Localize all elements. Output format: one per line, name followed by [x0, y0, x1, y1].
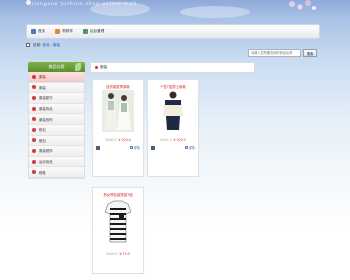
- logo-icon: [26, 0, 31, 5]
- breadcrumb-link-category[interactable]: 服装: [53, 43, 60, 48]
- old-price: ¥100.0: [106, 252, 118, 256]
- admin-icon: [82, 29, 88, 34]
- detail-icon: [129, 146, 133, 149]
- product-title[interactable]: 连衣裙夏季新款: [93, 80, 143, 90]
- sidebar-item-label: 服装: [39, 75, 46, 80]
- sidebar-item-category[interactable]: 箱包: [29, 135, 84, 147]
- section-title: 服装: [100, 65, 108, 69]
- sidebar-item-category[interactable]: 服装: [29, 82, 84, 94]
- main-navbar: 首页 购物车 后台管理: [26, 24, 320, 39]
- nav-home[interactable]: 首页: [31, 29, 45, 34]
- detail-icon: [184, 146, 188, 149]
- section-header: 服装: [90, 62, 255, 73]
- sidebar-title: 商品分类: [28, 62, 85, 72]
- add-to-cart-icon[interactable]: [96, 145, 100, 150]
- category-bullet-icon: [32, 85, 36, 90]
- product-title[interactable]: 男女情侣装短袖T恤: [93, 188, 143, 198]
- cloud-decoration: [180, 6, 250, 18]
- breadcrumb-separator: -: [50, 43, 52, 47]
- nav-admin[interactable]: 后台管理: [82, 29, 105, 34]
- flower-decoration-icon: [289, 0, 316, 10]
- current-price: ¥ 75.0: [119, 252, 130, 256]
- page-icon: [26, 43, 30, 47]
- product-image-polo[interactable]: [157, 90, 189, 132]
- nav-cart-label: 购物车: [62, 29, 73, 33]
- sidebar-item-label: 服装首饰: [39, 117, 53, 122]
- card-actions: 详情: [148, 145, 198, 150]
- category-bullet-icon: [32, 138, 36, 143]
- sidebar-item-label: 鞋包: [39, 128, 46, 133]
- sidebar-item-category[interactable]: 鞋靴: [29, 167, 84, 178]
- old-price: ¥100.0: [160, 138, 172, 142]
- sidebar-item-label: 箱包: [39, 138, 46, 143]
- detail-label: 详情: [133, 146, 140, 150]
- breadcrumb-prefix: 目前:: [33, 42, 42, 47]
- old-price: ¥100.0: [105, 138, 117, 142]
- category-bullet-icon: [32, 117, 36, 122]
- price-row: ¥100.0 ¥ 100.0: [93, 138, 143, 142]
- nav-cart[interactable]: 购物车: [55, 29, 73, 34]
- product-card[interactable]: 男女情侣装短袖T恤 ¥100.0 ¥ 75.0: [92, 187, 144, 274]
- cart-icon: [55, 29, 61, 34]
- nav-admin-label: 后台管理: [89, 29, 105, 33]
- content-area: 服装: [90, 62, 255, 74]
- price-row: ¥100.0 ¥ 100.0: [148, 138, 198, 142]
- sidebar-item-label: 服装饰品: [39, 107, 53, 112]
- nav-home-label: 首页: [38, 29, 46, 33]
- sidebar-title-text: 商品分类: [48, 64, 65, 69]
- breadcrumb-link-home[interactable]: 首页: [42, 43, 49, 48]
- product-image-dress[interactable]: [102, 90, 134, 132]
- category-bullet-icon: [32, 148, 36, 153]
- search-input[interactable]: [248, 49, 301, 57]
- add-to-cart-icon[interactable]: [151, 145, 155, 150]
- leaf-icon: [75, 63, 81, 71]
- sidebar-item-category[interactable]: 运动用品: [29, 156, 84, 168]
- product-title[interactable]: 个性T恤男士新款: [148, 80, 198, 90]
- category-list: 服装 服装 服装配件 服装饰品 服装首饰 鞋包 箱包 服装帽饰 运动用品 鞋靴: [28, 72, 85, 179]
- sidebar-item-category[interactable]: 服装饰品: [29, 103, 84, 115]
- current-price: ¥ 100.0: [118, 138, 131, 142]
- category-bullet-icon: [32, 159, 36, 164]
- sidebar-item-label: 鞋靴: [39, 170, 46, 175]
- product-image-striped-tee[interactable]: [102, 198, 134, 248]
- home-icon: [31, 29, 36, 34]
- sidebar-item-category[interactable]: 鞋包: [29, 124, 84, 136]
- category-bullet-icon: [32, 170, 36, 175]
- sidebar-item-label: 服装帽饰: [39, 149, 53, 154]
- search-button[interactable]: 搜索: [303, 49, 317, 57]
- sidebar-item-label: 运动用品: [39, 160, 53, 165]
- site-banner: jiangxue fashion shop online mall: [0, 0, 350, 22]
- sidebar-item-category[interactable]: 服装首饰: [29, 114, 84, 125]
- product-card[interactable]: 连衣裙夏季新款 ¥100.0 ¥ 100.0 详情: [92, 79, 144, 177]
- current-price: ¥ 100.0: [173, 138, 186, 142]
- sidebar-item-category[interactable]: 服装: [29, 72, 84, 83]
- category-bullet-icon: [32, 127, 36, 132]
- category-bullet-icon: [32, 74, 36, 79]
- category-bullet-icon: [32, 95, 36, 100]
- sidebar-item-label: 服装配件: [39, 96, 53, 101]
- sidebar-item-label: 服装: [39, 85, 46, 90]
- category-bullet-icon: [32, 106, 36, 111]
- pin-icon: [95, 66, 98, 69]
- sidebar-item-category[interactable]: 服装帽饰: [29, 146, 84, 157]
- category-sidebar: 商品分类 服装 服装 服装配件 服装饰品 服装首饰 鞋包 箱包 服装帽饰 运动用品 鞋靴: [28, 62, 85, 179]
- detail-link[interactable]: 详情: [129, 145, 140, 150]
- detail-label: 详情: [188, 146, 195, 150]
- breadcrumb: 目前: 首页 - 服装: [26, 42, 60, 48]
- detail-link[interactable]: 详情: [184, 145, 195, 150]
- card-actions: 详情: [93, 145, 143, 150]
- search-bar: 搜索: [248, 49, 317, 57]
- price-row: ¥100.0 ¥ 75.0: [93, 252, 143, 256]
- product-card[interactable]: 个性T恤男士新款 ¥100.0 ¥ 100.0 详情: [147, 79, 199, 177]
- site-logo-text: jiangxue fashion shop online mall: [32, 1, 137, 7]
- sidebar-item-category[interactable]: 服装配件: [29, 93, 84, 104]
